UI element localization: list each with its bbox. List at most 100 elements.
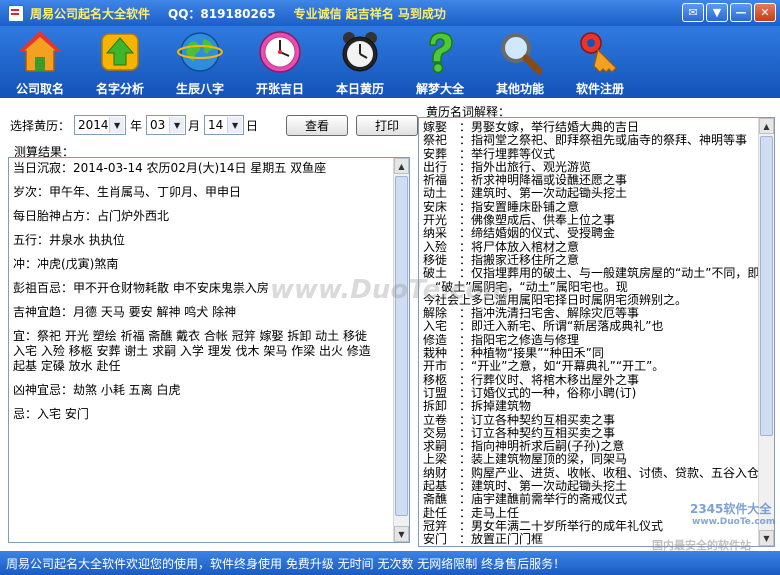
tool-label: 公司取名 <box>15 82 64 96</box>
term-line: 斋醮 ：庙宇建醮前需举行的斋戒仪式 <box>423 493 628 507</box>
chevron-down-icon: ▼ <box>169 117 185 133</box>
result-textarea[interactable]: 当日沉寂：2014-03-14 农历02月(大)14日 星期五 双鱼座 岁次：甲午… <box>8 157 410 543</box>
question-mark-icon <box>429 32 453 74</box>
status-bar: 周易公司起名大全软件欢迎您的使用，软件终身使用 免费升级 无时间 无次数 无网络… <box>0 551 780 575</box>
term-line: 修造 ：指阳宅之修造与修理 <box>423 333 580 347</box>
month-value: 03 <box>150 118 166 132</box>
term-line: 开光 ：佛像塑成后、供奉上位之事 <box>423 214 616 228</box>
term-line: 移柩 ：行葬仪时、将棺木移出屋外之事 <box>423 373 640 387</box>
house-icon <box>19 31 61 72</box>
print-button[interactable]: 打印 <box>356 114 419 136</box>
view-button[interactable]: 查看 <box>286 114 349 136</box>
term-line: 入殓 ：将尸体放入棺材之意 <box>423 240 580 254</box>
tool-birth-chart[interactable]: 生辰八字 <box>160 26 240 98</box>
result-gap <box>13 398 393 407</box>
terms-content: 嫁娶 ：男娶女嫁，举行结婚大典的吉日 祭祀 ：指祠堂之祭祀、即拜祭祖先或庙寺的祭拜… <box>423 121 761 548</box>
tool-daily-almanac[interactable]: 本日黄历 <box>320 26 400 98</box>
result-gap <box>13 296 393 305</box>
menu-icon[interactable]: ▼ <box>706 3 728 22</box>
result-gap <box>13 320 393 329</box>
term-line: 上梁 ：装上建筑物屋顶的梁，同架马 <box>423 453 628 467</box>
day-select[interactable]: 14 ▼ <box>204 115 245 135</box>
term-line: 交易 ：订立各种契约互相买卖之事 <box>423 426 616 440</box>
tool-name-analysis[interactable]: 名字分析 <box>80 26 160 98</box>
result-line: 起基 定磉 放水 赴任 <box>13 359 121 373</box>
window-controls: ✉ ▼ — ✕ <box>682 3 776 22</box>
term-line: 入宅 ：即迁入新宅、所谓“新居落成典礼”也 <box>423 320 664 334</box>
result-line: 每日胎神占方：占门炉外西北 <box>13 209 170 223</box>
term-line: 嫁娶 ：男娶女嫁，举行结婚大典的吉日 <box>423 121 640 134</box>
result-gap <box>13 200 393 209</box>
term-line: 出行 ：指外出旅行、观光游览 <box>423 160 592 174</box>
year-value: 2014 <box>78 118 109 132</box>
tool-software-register[interactable]: 软件注册 <box>560 26 640 98</box>
scroll-thumb[interactable] <box>760 136 773 436</box>
key-icon <box>580 32 617 73</box>
term-line: 修坟 ：修理坟墓 <box>423 547 761 548</box>
term-line: 拆卸 ：拆掉建筑物 <box>423 400 532 414</box>
terms-scrollbar[interactable]: ▲ ▼ <box>758 118 774 546</box>
scroll-thumb[interactable] <box>395 176 408 516</box>
term-line: 安床 ：指安置睡床卧铺之意 <box>423 200 580 214</box>
result-line: 当日沉寂：2014-03-14 农历02月(大)14日 星期五 双鱼座 <box>13 161 327 175</box>
chevron-down-icon: ▼ <box>109 117 125 133</box>
chat-icon[interactable]: ✉ <box>682 3 704 22</box>
scroll-up-icon[interactable]: ▲ <box>394 158 409 174</box>
result-gap <box>13 272 393 281</box>
term-line: 订盟 ：订婚仪式的一种，俗称小聘(订) <box>423 386 637 400</box>
title-bar: 周易公司起名大全软件 QQ：819180265 专业诚信 起吉祥名 马到成功 ✉… <box>0 0 780 26</box>
term-line: 祈福 ：祈求神明降福或设醮还愿之事 <box>423 174 628 188</box>
term-line: 纳采 ：缔结婚姻的仪式、受授聘金 <box>423 227 616 241</box>
result-line: 忌：入宅 安门 <box>13 407 89 421</box>
terms-textarea[interactable]: 嫁娶 ：男娶女嫁，举行结婚大典的吉日 祭祀 ：指祠堂之祭祀、即拜祭祖先或庙寺的祭拜… <box>418 117 775 547</box>
year-select[interactable]: 2014 ▼ <box>74 115 127 135</box>
upload-arrow-icon <box>101 33 139 71</box>
alarm-clock-icon <box>342 32 378 72</box>
result-line: 入宅 入殓 移柩 安葬 谢土 求嗣 入学 理发 伐木 架马 作梁 出火 修造 <box>13 344 371 358</box>
close-icon[interactable]: ✕ <box>754 3 776 22</box>
result-scrollbar[interactable]: ▲ ▼ <box>393 158 409 542</box>
result-line: 彭祖百忌：甲不开仓财物耗散 申不安床鬼祟入房 <box>13 281 269 295</box>
term-line: 开市 ：“开业”之意，如“开幕典礼”“开工”。 <box>423 360 665 374</box>
tool-label: 本日黄历 <box>335 82 384 96</box>
tool-company-naming[interactable]: 公司取名 <box>0 26 80 98</box>
result-line: 宜：祭祀 开光 塑绘 祈福 斋醮 戴衣 合帐 冠笄 嫁娶 拆卸 动土 移徙 <box>13 329 367 343</box>
tool-opening-day[interactable]: 开张吉日 <box>240 26 320 98</box>
minimize-icon[interactable]: — <box>730 3 752 22</box>
scroll-down-icon[interactable]: ▼ <box>759 530 774 546</box>
almanac-select-label: 选择黄历： <box>10 118 71 133</box>
term-line: 安葬 ：举行埋葬等仪式 <box>423 147 556 161</box>
day-suffix: 日 <box>246 118 259 133</box>
term-line: 求嗣 ：指向神明祈求后嗣(子孙)之意 <box>423 440 625 454</box>
result-gap <box>13 248 393 257</box>
scroll-down-icon[interactable]: ▼ <box>394 526 409 542</box>
result-line: 岁次：甲午年、生肖属马、丁卯月、甲申日 <box>13 185 242 199</box>
qq-number: QQ：819180265 <box>168 6 276 21</box>
main-toolbar: 公司取名 名字分析 生辰八字 开张吉日 本日黄历 解梦大全 其他功能 软件注册 <box>0 26 780 98</box>
tool-dream-interpretation[interactable]: 解梦大全 <box>400 26 480 98</box>
result-line: 冲：冲虎(戊寅)煞南 <box>13 257 119 271</box>
result-gap <box>13 176 393 185</box>
tool-other-functions[interactable]: 其他功能 <box>480 26 560 98</box>
result-line: 五行：井泉水 执执位 <box>13 233 125 247</box>
scroll-up-icon[interactable]: ▲ <box>759 118 774 134</box>
term-line: 栽种 ：种植物“接果”“种田禾”同 <box>423 347 604 361</box>
tool-label: 其他功能 <box>495 82 544 96</box>
month-select[interactable]: 03 ▼ <box>146 115 187 135</box>
tool-label: 开张吉日 <box>255 82 304 96</box>
tool-label: 生辰八字 <box>175 82 224 96</box>
term-line: 起基 ：建筑时、第一次动起锄头挖土 <box>423 480 628 494</box>
magnifier-icon <box>501 33 543 75</box>
result-gap <box>13 374 393 383</box>
result-line: 凶神宜忌：劫煞 小耗 五离 白虎 <box>13 383 181 397</box>
term-line: “破土”属阴宅，“动土”属阳宅也。现 <box>423 280 628 294</box>
slogan: 专业诚信 起吉祥名 马到成功 <box>293 6 446 21</box>
globe-icon <box>177 32 223 72</box>
tool-label: 软件注册 <box>575 82 624 96</box>
chevron-down-icon: ▼ <box>227 117 243 133</box>
result-gap <box>13 224 393 233</box>
app-title: 周易公司起名大全软件 <box>30 6 151 21</box>
tool-label: 名字分析 <box>95 82 144 96</box>
term-line: 今社会上多已滥用属阳宅择日时属阴宅须辨别之。 <box>423 293 688 307</box>
term-line: 解除 ：指冲洗清扫宅舍、解除灾厄等事 <box>423 307 640 321</box>
